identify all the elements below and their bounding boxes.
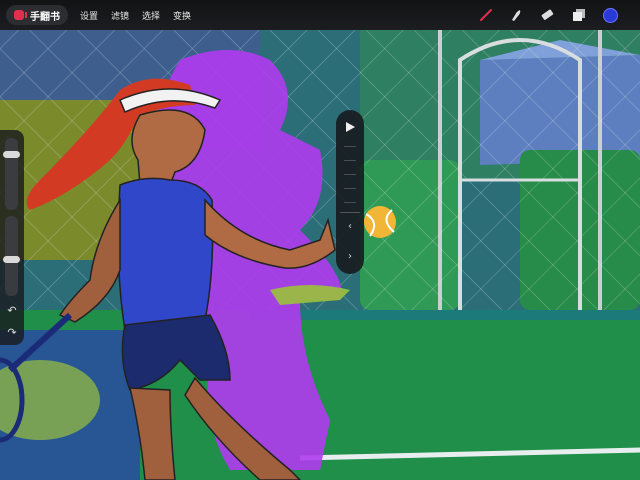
color-picker-swatch[interactable] — [603, 8, 618, 23]
brush-opacity-knob[interactable] — [3, 256, 20, 263]
drawing-canvas[interactable] — [0, 0, 640, 480]
app-logo-icon — [14, 10, 27, 20]
brush-size-slider[interactable] — [3, 138, 20, 210]
top-toolbar: 手翻书 设置 滤镜 选择 变换 — [0, 0, 640, 30]
left-sidebar: ↶ ↷ — [0, 130, 24, 345]
menu-transform[interactable]: 变换 — [173, 9, 191, 22]
undo-arrow-icon[interactable]: ↶ — [4, 304, 20, 318]
panel-divider — [340, 212, 360, 213]
frame-divider — [344, 174, 356, 175]
play-icon[interactable] — [343, 119, 357, 133]
brush-icon[interactable] — [477, 6, 495, 24]
chevron-right-icon[interactable]: › — [343, 250, 357, 264]
frame-divider — [344, 146, 356, 147]
layers-icon[interactable] — [570, 6, 588, 24]
brush-size-knob[interactable] — [3, 151, 20, 158]
app-menu-button[interactable]: 手翻书 — [6, 5, 68, 25]
frame-divider — [344, 188, 356, 189]
chevron-left-icon[interactable]: ‹ — [343, 220, 357, 234]
menu-select[interactable]: 选择 — [142, 9, 160, 22]
smudge-icon[interactable] — [507, 6, 525, 24]
eraser-icon[interactable] — [538, 6, 556, 24]
menu-filters[interactable]: 滤镜 — [111, 9, 129, 22]
menu-settings[interactable]: 设置 — [80, 9, 98, 22]
app-name: 手翻书 — [30, 11, 60, 23]
flipbook-panel: ‹ › — [336, 110, 364, 274]
redo-arrow-icon[interactable]: ↷ — [4, 326, 20, 340]
frame-divider — [344, 160, 356, 161]
frame-divider — [344, 202, 356, 203]
brush-opacity-slider[interactable] — [3, 216, 20, 296]
